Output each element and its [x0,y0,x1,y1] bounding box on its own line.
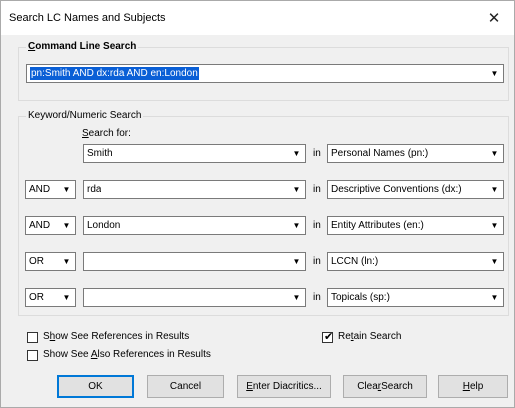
command-line-label: Command Line Search [26,41,139,52]
show-see-references-checkbox[interactable] [27,332,38,343]
index-combo-3[interactable]: Entity Attributes (en:) ▼ [327,216,504,235]
operator-combo-3[interactable]: AND ▼ [25,216,76,235]
window-title: Search LC Names and Subjects [9,12,166,24]
chevron-down-icon[interactable]: ▼ [487,254,502,269]
index-combo-1[interactable]: Personal Names (pn:) ▼ [327,144,504,163]
dialog-body: Command Line Search pn:Smith AND dx:rda … [1,35,514,407]
search-term-combo-2[interactable]: rda ▼ [83,180,306,199]
checkmark-icon: ✔ [324,331,334,343]
index-combo-2[interactable]: Descriptive Conventions (dx:) ▼ [327,180,504,199]
search-term-value[interactable]: Smith [87,147,113,160]
index-value[interactable]: LCCN (ln:) [331,255,378,268]
chevron-down-icon[interactable]: ▼ [289,146,304,161]
chevron-down-icon[interactable]: ▼ [487,182,502,197]
index-value[interactable]: Personal Names (pn:) [331,147,428,160]
clear-search-button[interactable]: Clea r Search [343,375,427,398]
search-term-combo-5[interactable]: ▼ [83,288,306,307]
chevron-down-icon[interactable]: ▼ [289,218,304,233]
search-for-label: Search for: [82,128,131,139]
show-see-references-label[interactable]: Show See References in Results [43,331,189,342]
in-label: in [313,184,321,195]
index-value[interactable]: Descriptive Conventions (dx:) [331,183,462,196]
index-value[interactable]: Topicals (sp:) [331,291,390,304]
search-term-combo-3[interactable]: London ▼ [83,216,306,235]
close-icon[interactable]: ✕ [474,1,514,35]
search-term-value[interactable]: rda [87,183,101,196]
index-combo-5[interactable]: Topicals (sp:) ▼ [327,288,504,307]
ok-button[interactable]: OK [57,375,134,398]
operator-value[interactable]: AND [29,219,50,232]
retain-search-label[interactable]: Retain Search [338,331,401,342]
search-dialog: Search LC Names and Subjects ✕ Command L… [0,0,515,408]
help-button[interactable]: Help [438,375,508,398]
chevron-down-icon[interactable]: ▼ [487,218,502,233]
chevron-down-icon[interactable]: ▼ [289,290,304,305]
operator-value[interactable]: AND [29,183,50,196]
in-label: in [313,256,321,267]
enter-diacritics-button[interactable]: Enter Diacritics... [237,375,331,398]
chevron-down-icon[interactable]: ▼ [487,290,502,305]
search-term-combo-1[interactable]: Smith ▼ [83,144,306,163]
show-see-also-references-label[interactable]: Show See Also References in Results [43,349,211,360]
operator-value[interactable]: OR [29,255,44,268]
chevron-down-icon[interactable]: ▼ [59,254,74,269]
cancel-button[interactable]: Cancel [147,375,224,398]
search-term-value[interactable]: London [87,219,120,232]
title-bar: Search LC Names and Subjects ✕ [1,1,514,35]
command-line-group: Command Line Search pn:Smith AND dx:rda … [18,41,509,101]
in-label: in [313,220,321,231]
operator-combo-2[interactable]: AND ▼ [25,180,76,199]
chevron-down-icon[interactable]: ▼ [59,182,74,197]
show-see-also-references-checkbox[interactable] [27,350,38,361]
chevron-down-icon[interactable]: ▼ [289,182,304,197]
chevron-down-icon[interactable]: ▼ [59,218,74,233]
in-label: in [313,292,321,303]
keyword-search-group: Keyword/Numeric Search Search for: Smith… [18,110,509,316]
index-combo-4[interactable]: LCCN (ln:) ▼ [327,252,504,271]
operator-value[interactable]: OR [29,291,44,304]
search-term-combo-4[interactable]: ▼ [83,252,306,271]
chevron-down-icon[interactable]: ▼ [487,146,502,161]
chevron-down-icon[interactable]: ▼ [289,254,304,269]
chevron-down-icon[interactable]: ▼ [487,66,502,81]
retain-search-checkbox[interactable]: ✔ [322,331,334,343]
keyword-group-label: Keyword/Numeric Search [26,110,144,121]
index-value[interactable]: Entity Attributes (en:) [331,219,424,232]
operator-combo-4[interactable]: OR ▼ [25,252,76,271]
command-line-value[interactable]: pn:Smith AND dx:rda AND en:London [30,67,199,80]
in-label: in [313,148,321,159]
operator-combo-5[interactable]: OR ▼ [25,288,76,307]
chevron-down-icon[interactable]: ▼ [59,290,74,305]
command-line-combo[interactable]: pn:Smith AND dx:rda AND en:London ▼ [26,64,504,83]
